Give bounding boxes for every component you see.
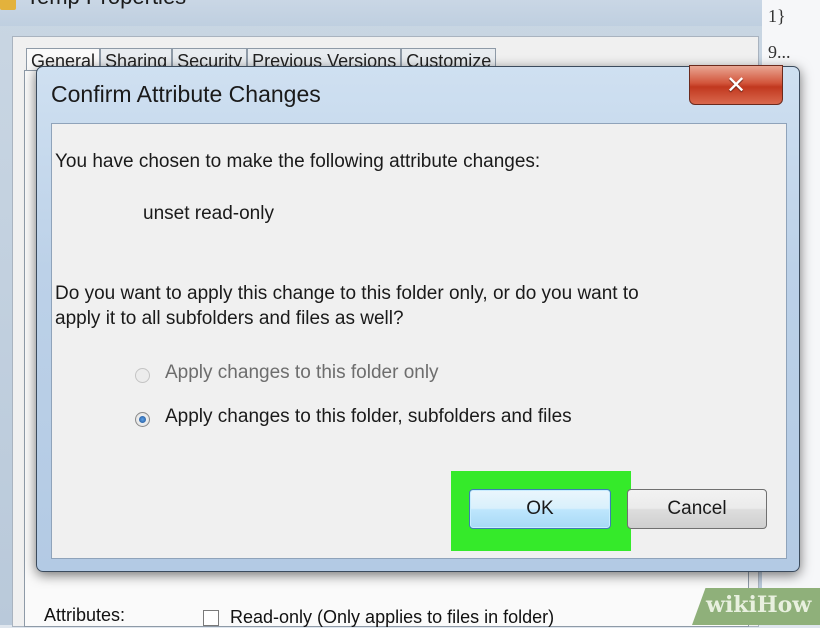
close-icon: ✕ xyxy=(725,71,747,99)
question-text: apply it to all subfolders and files as … xyxy=(55,308,404,329)
close-button[interactable]: ✕ xyxy=(689,65,783,105)
radio-folder-subfolders-files-label[interactable]: Apply changes to this folder, subfolders… xyxy=(165,406,572,428)
dialog-title: Confirm Attribute Changes xyxy=(51,81,321,107)
watermark-logo: wikiHow xyxy=(706,592,812,618)
radio-folder-only-label[interactable]: Apply changes to this folder only xyxy=(165,362,439,384)
radio-folder-only[interactable] xyxy=(135,368,150,383)
attributes-label: Attributes: xyxy=(44,605,126,625)
background-right-text: 9... xyxy=(768,42,791,62)
cancel-button[interactable]: Cancel xyxy=(627,489,767,529)
radio-folder-subfolders-files[interactable] xyxy=(135,412,150,427)
question-text: Do you want to apply this change to this… xyxy=(55,283,639,304)
radio-selected-dot xyxy=(139,416,146,423)
ok-button[interactable]: OK xyxy=(469,489,611,529)
confirm-attribute-changes-dialog: Confirm Attribute Changes ✕ You have cho… xyxy=(36,65,800,572)
attribute-change-text: unset read-only xyxy=(143,203,274,224)
readonly-checkbox[interactable] xyxy=(203,610,219,626)
folder-icon xyxy=(0,0,16,10)
properties-window-title: Temp Properties xyxy=(26,0,186,10)
intro-text: You have chosen to make the following at… xyxy=(55,151,541,172)
background-right-text: 1} xyxy=(768,6,786,26)
